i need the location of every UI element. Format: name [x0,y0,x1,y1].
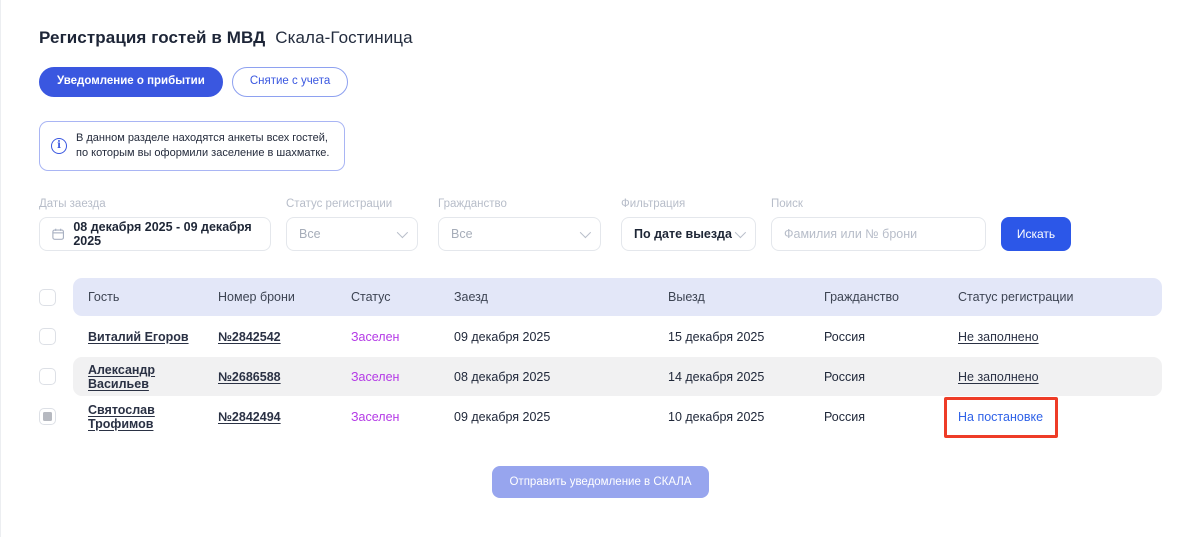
table-row: Виталий Егоров №2842542 Заселен 09 декаб… [39,317,1162,356]
col-header-guest: Гость [88,290,218,304]
table-header-row: Гость Номер брони Статус Заезд Выезд Гра… [39,278,1162,316]
filter-checkin-dates: Даты заезда 08 декабря 2025 - 09 декабря… [39,198,271,251]
info-banner-text: В данном разделе находятся анкеты всех г… [76,131,332,162]
guests-table: Гость Номер брони Статус Заезд Выезд Гра… [39,278,1162,436]
booking-number-link[interactable]: №2842542 [218,330,351,344]
table-row: Александр Васильев №2686588 Заселен 08 д… [39,357,1162,396]
tab-deregistration[interactable]: Снятие с учета [232,67,348,97]
table-row: Святослав Трофимов №2842494 Заселен 09 д… [39,397,1162,436]
checkout-date: 10 декабря 2025 [668,410,824,424]
checkin-date: 09 декабря 2025 [454,330,668,344]
send-notification-button[interactable]: Отправить уведомление в СКАЛА [492,466,708,498]
citizenship-select[interactable]: Все [438,217,601,251]
page-title: Регистрация гостей в МВД Скала-Гостиница [39,28,1162,48]
citizenship-value: Россия [824,410,958,424]
search-label: Поиск [771,198,986,210]
filter-sorting: Фильтрация По дате выезда [621,198,756,251]
tab-bar: Уведомление о прибытии Снятие с учета [39,67,1162,97]
col-header-citizenship: Гражданство [824,290,958,304]
tab-arrival-notification[interactable]: Уведомление о прибытии [39,67,223,97]
row-checkbox[interactable] [39,368,56,385]
select-all-checkbox[interactable] [39,289,56,306]
citizenship-value: Россия [824,370,958,384]
chevron-down-icon [397,227,408,238]
registration-status-link[interactable]: Не заполнено [958,330,1162,344]
citizenship-value: Россия [824,330,958,344]
registration-status-link[interactable]: Не заполнено [958,370,1162,384]
filter-registration-status: Статус регистрации Все [286,198,418,251]
guest-name-link[interactable]: Святослав Трофимов [88,403,218,431]
citizenship-value: Все [451,227,473,241]
registration-status-value: Все [299,227,321,241]
calendar-icon [52,227,64,241]
chevron-down-icon [580,227,591,238]
status-badge: Заселен [351,410,454,424]
row-checkbox[interactable] [39,408,56,425]
booking-number-link[interactable]: №2686588 [218,370,351,384]
filter-search: Поиск [771,198,986,251]
col-header-checkout: Выезд [668,290,824,304]
chevron-down-icon [735,227,746,238]
filter-bar: Даты заезда 08 декабря 2025 - 09 декабря… [39,198,1162,251]
checkout-date: 14 декабря 2025 [668,370,824,384]
checkbox-checked-mark [43,412,52,421]
col-header-reg-status: Статус регистрации [958,290,1162,304]
filtration-value: По дате выезда [634,227,732,241]
checkin-date: 08 декабря 2025 [454,370,668,384]
footer: Отправить уведомление в СКАЛА [39,466,1162,498]
status-badge: Заселен [351,330,454,344]
guest-name-link[interactable]: Александр Васильев [88,363,218,391]
page-title-hotel-name: Скала-Гостиница [275,28,412,47]
guest-registration-page: Регистрация гостей в МВД Скала-Гостиница… [0,0,1200,537]
date-range-value: 08 декабря 2025 - 09 декабря 2025 [73,220,258,248]
registration-status-label: Статус регистрации [286,198,418,210]
checkin-date: 09 декабря 2025 [454,410,668,424]
col-header-booking: Номер брони [218,290,351,304]
registration-status-link[interactable]: На постановке [958,410,1043,424]
row-checkbox[interactable] [39,328,56,345]
checkout-date: 15 декабря 2025 [668,330,824,344]
booking-number-link[interactable]: №2842494 [218,410,351,424]
search-input[interactable] [784,227,973,241]
filtration-select[interactable]: По дате выезда [621,217,756,251]
col-header-checkin: Заезд [454,290,668,304]
search-field-wrap [771,217,986,251]
citizenship-label: Гражданство [438,198,601,210]
registration-status-select[interactable]: Все [286,217,418,251]
filter-citizenship: Гражданство Все [438,198,601,251]
page-title-main: Регистрация гостей в МВД [39,28,265,47]
search-button[interactable]: Искать [1001,217,1071,251]
guest-name-link[interactable]: Виталий Егоров [88,330,218,344]
filtration-label: Фильтрация [621,198,756,210]
col-header-status: Статус [351,290,454,304]
info-icon: i [51,138,67,154]
info-banner: i В данном разделе находятся анкеты всех… [39,121,345,172]
date-range-input[interactable]: 08 декабря 2025 - 09 декабря 2025 [39,217,271,251]
checkin-dates-label: Даты заезда [39,198,271,210]
status-badge: Заселен [351,370,454,384]
